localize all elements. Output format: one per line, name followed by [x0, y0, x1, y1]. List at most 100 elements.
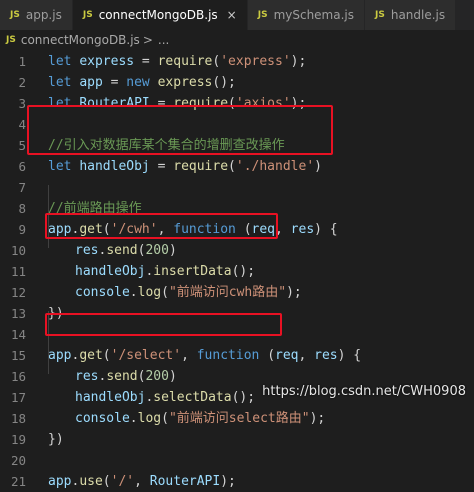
code-token: res — [75, 369, 99, 384]
tab-myschema-js[interactable]: JS mySchema.js — [247, 0, 365, 30]
code-token: app — [79, 75, 103, 90]
code-token: log — [137, 285, 162, 300]
code-line[interactable]: 1 let express = require('express'); — [0, 51, 474, 72]
code-token: app — [48, 474, 72, 489]
breadcrumb-file[interactable]: connectMongoDB.js — [21, 33, 140, 47]
code-token: ); — [286, 285, 302, 300]
code-text: let RouterAPI = require('axios'); — [48, 93, 306, 114]
code-token: ( — [228, 96, 236, 111]
code-token: 'express' — [220, 54, 291, 69]
code-line[interactable]: 10 res.send(200) — [0, 240, 474, 261]
code-token: , — [134, 474, 150, 489]
code-text: let handleObj = require('./handle') — [48, 156, 322, 177]
code-line[interactable]: 19}) — [0, 429, 474, 450]
code-token: 200 — [145, 243, 169, 258]
tab-label: app.js — [25, 8, 62, 22]
code-text: }) — [48, 303, 64, 324]
code-token: RouterAPI — [79, 96, 150, 111]
code-token: = — [149, 96, 174, 111]
line-number: 8 — [18, 201, 26, 216]
breadcrumb[interactable]: JS connectMongoDB.js > ... — [0, 30, 474, 50]
line-number: 4 — [18, 117, 26, 132]
code-line[interactable]: 14 — [0, 324, 474, 345]
editor-tab-bar: JS app.js JS connectMongoDB.js × JS mySchema.j… — [0, 0, 474, 30]
line-number: 12 — [10, 285, 26, 300]
code-token: ( — [161, 411, 169, 426]
tab-connectmongodb-js[interactable]: JS connectMongoDB.js × — [72, 0, 248, 30]
code-token: '/select' — [110, 348, 182, 363]
code-token: ( — [161, 285, 169, 300]
code-editor[interactable]: 21 app.use('/', RouterAPI); 20 19}) 18 consol… — [0, 50, 474, 489]
code-token: selectData — [153, 390, 232, 405]
code-token: (); — [212, 75, 236, 90]
code-line[interactable]: 4 — [0, 114, 474, 135]
code-token: . — [129, 411, 138, 426]
code-token: express — [157, 75, 213, 90]
code-line[interactable]: 2 let app = new express(); — [0, 72, 474, 93]
code-token: ); — [220, 474, 236, 489]
code-token: ); — [290, 54, 307, 69]
line-number: 21 — [10, 474, 26, 489]
code-line[interactable]: 11 handleObj.insertData(); — [0, 261, 474, 282]
code-token: use — [79, 474, 103, 489]
code-token: res — [314, 348, 338, 363]
code-token: , — [157, 222, 174, 237]
code-line[interactable]: 13}) — [0, 303, 474, 324]
code-line[interactable]: 18 console.log("前端访问select路由"); — [0, 408, 474, 429]
code-line[interactable]: 21 app.use('/', RouterAPI); — [0, 471, 474, 492]
code-text: //引入对数据库某个集合的增删查改操作 — [48, 135, 285, 156]
code-token: = — [102, 75, 127, 90]
code-token: //前端路由操作 — [48, 201, 142, 216]
code-token: handleObj — [75, 390, 146, 405]
code-text: app.use('/', RouterAPI); — [48, 471, 236, 492]
tab-handle-js[interactable]: JS handle.js — [365, 0, 457, 30]
code-token: . — [71, 474, 80, 489]
code-token: = — [134, 54, 158, 69]
code-text: res.send(200) — [48, 366, 177, 387]
code-token: "前端访问cwh路由" — [168, 285, 287, 300]
code-line[interactable]: 9 app.get('/cwh', function (req, res) { — [0, 219, 474, 240]
code-line[interactable]: 8 //前端路由操作 — [0, 198, 474, 219]
code-token: ) { — [337, 348, 362, 363]
tab-label: mySchema.js — [273, 8, 354, 22]
code-line[interactable]: 12 console.log("前端访问cwh路由"); — [0, 282, 474, 303]
close-icon[interactable]: × — [227, 8, 237, 22]
code-token: ( — [243, 222, 252, 237]
code-token: new — [126, 75, 158, 90]
code-token: require — [173, 159, 229, 174]
javascript-file-icon: JS — [10, 10, 20, 20]
code-line[interactable]: 7 — [0, 177, 474, 198]
code-token: ( — [228, 159, 236, 174]
tab-app-js[interactable]: JS app.js — [0, 0, 73, 30]
breadcrumb-more[interactable]: ... — [158, 33, 169, 47]
code-token: app — [48, 222, 72, 237]
code-line[interactable]: 3 let RouterAPI = require('axios'); — [0, 93, 474, 114]
line-number: 1 — [18, 54, 26, 69]
code-token: res — [75, 243, 99, 258]
code-line[interactable]: 6 let handleObj = require('./handle') — [0, 156, 474, 177]
code-line[interactable]: 5 //引入对数据库某个集合的增删查改操作 — [0, 135, 474, 156]
line-number: 16 — [10, 369, 26, 384]
code-token: , — [181, 348, 197, 363]
code-token: function — [196, 348, 268, 363]
line-number: 18 — [10, 411, 26, 426]
line-number: 2 — [18, 75, 26, 90]
code-token: . — [129, 285, 138, 300]
code-token: ( — [267, 348, 276, 363]
code-line[interactable]: 15 app.get('/select', function (req, res)… — [0, 345, 474, 366]
code-text: //前端路由操作 — [48, 198, 142, 219]
code-token: req — [251, 222, 276, 237]
code-text: let app = new express(); — [48, 72, 236, 93]
code-token: ) — [168, 369, 177, 384]
code-token: insertData — [153, 264, 232, 279]
code-token: app — [48, 348, 72, 363]
code-token: '/cwh' — [110, 222, 158, 237]
code-token: ) — [314, 159, 322, 174]
code-text: app.get('/select', function (req, res) { — [48, 345, 361, 366]
code-token: send — [106, 243, 138, 258]
code-line[interactable]: 20 — [0, 450, 474, 471]
code-text: }) — [48, 429, 64, 450]
code-token: ( — [102, 222, 111, 237]
code-token: express — [79, 54, 135, 69]
code-token: let — [48, 96, 80, 111]
